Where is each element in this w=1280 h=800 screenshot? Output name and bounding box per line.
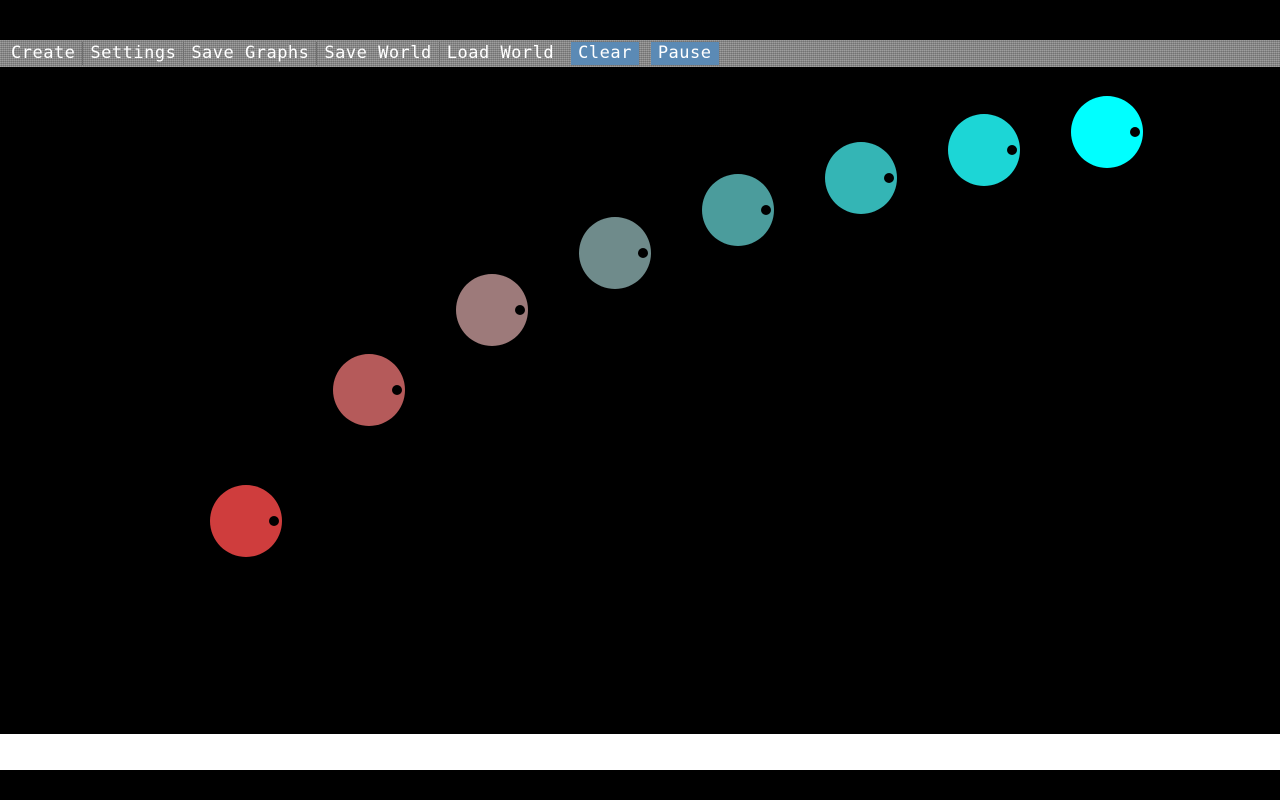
status-strip — [0, 734, 1280, 770]
save-graphs-button[interactable]: Save Graphs — [184, 42, 318, 65]
bottom-margin — [0, 770, 1280, 800]
settings-button[interactable]: Settings — [83, 42, 185, 65]
world-canvas[interactable] — [0, 67, 1280, 734]
creature-eye-icon — [515, 305, 525, 315]
clear-button[interactable]: Clear — [571, 42, 639, 65]
create-button[interactable]: Create — [4, 42, 84, 65]
pause-button[interactable]: Pause — [650, 42, 719, 65]
creature-eye-icon — [1130, 127, 1140, 137]
creature[interactable] — [210, 485, 282, 557]
app-window: Create Settings Save Graphs Save World L… — [0, 0, 1280, 800]
creature[interactable] — [1071, 96, 1143, 168]
top-margin — [0, 0, 1280, 40]
creature[interactable] — [579, 217, 651, 289]
creature-eye-icon — [638, 248, 648, 258]
creature-eye-icon — [761, 205, 771, 215]
creature[interactable] — [456, 274, 528, 346]
creature-eye-icon — [1007, 145, 1017, 155]
save-world-button[interactable]: Save World — [317, 42, 440, 65]
simulation-world[interactable] — [0, 67, 1280, 734]
creature[interactable] — [702, 174, 774, 246]
creature[interactable] — [333, 354, 405, 426]
load-world-button[interactable]: Load World — [440, 42, 561, 65]
creature[interactable] — [825, 142, 897, 214]
creature[interactable] — [948, 114, 1020, 186]
menu-bar: Create Settings Save Graphs Save World L… — [0, 40, 1280, 67]
creature-eye-icon — [269, 516, 279, 526]
creature-eye-icon — [392, 385, 402, 395]
creature-eye-icon — [884, 173, 894, 183]
